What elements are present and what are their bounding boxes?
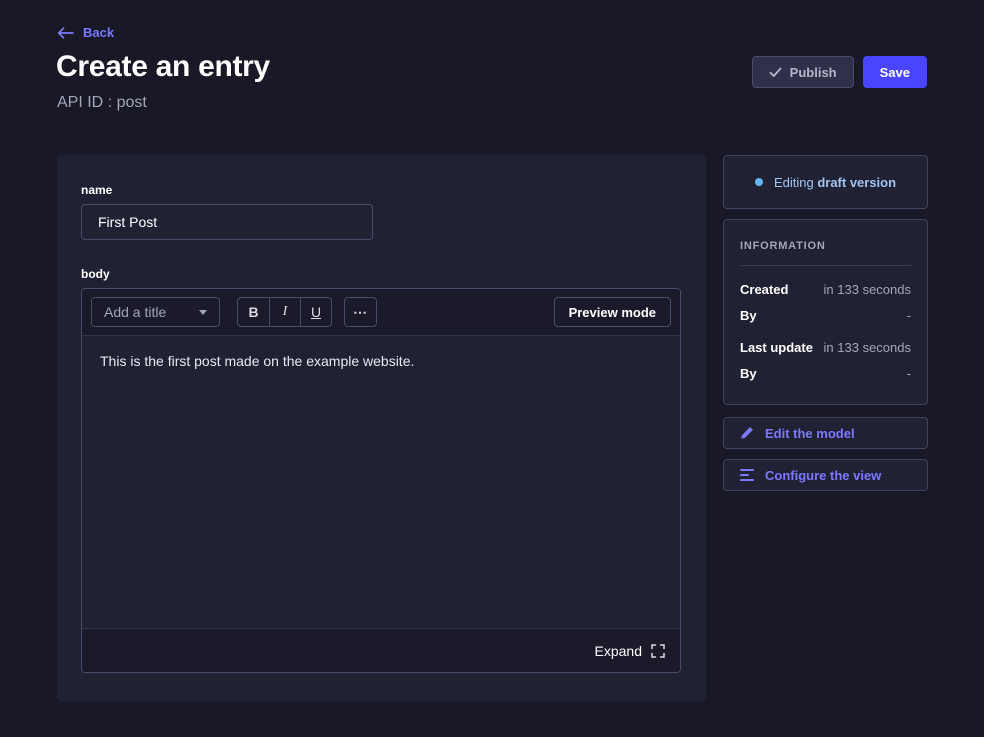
info-label: By — [740, 366, 757, 381]
arrow-left-icon — [57, 27, 74, 39]
expand-icon[interactable] — [651, 644, 665, 658]
information-panel: INFORMATION Created in 133 seconds By - … — [723, 219, 928, 405]
title-style-select-value: Add a title — [104, 304, 166, 320]
draft-dot-icon — [755, 178, 763, 186]
edit-the-model-button[interactable]: Edit the model — [723, 417, 928, 449]
info-row-last-update: Last update in 133 seconds — [740, 340, 911, 355]
more-options-button[interactable]: ⋯ — [344, 297, 377, 327]
bold-button[interactable]: B — [238, 298, 269, 326]
body-text: This is the first post made on the examp… — [100, 353, 414, 369]
configure-the-view-button[interactable]: Configure the view — [723, 459, 928, 491]
configure-the-view-label: Configure the view — [765, 468, 881, 483]
back-link[interactable]: Back — [57, 25, 114, 40]
name-input[interactable] — [81, 204, 373, 240]
info-value: in 133 seconds — [824, 340, 911, 355]
back-label: Back — [83, 25, 114, 40]
info-row-created-by: By - — [740, 308, 911, 323]
list-bars-icon — [740, 469, 754, 482]
info-row-updated-by: By - — [740, 366, 911, 381]
editor-footer: Expand — [82, 628, 680, 672]
rich-text-editor: Add a title B I U ⋯ Preview mode This is… — [81, 288, 681, 673]
title-style-select[interactable]: Add a title — [91, 297, 220, 327]
info-label: Last update — [740, 340, 813, 355]
sidebar: Editing draft version INFORMATION Create… — [723, 155, 928, 501]
draft-status-emphasis: draft version — [817, 175, 896, 190]
body-editor-textarea[interactable]: This is the first post made on the examp… — [82, 335, 680, 628]
api-id-subtitle: API ID : post — [57, 94, 147, 112]
create-entry-page: Back Create an entry API ID : post Publi… — [0, 0, 984, 737]
italic-button[interactable]: I — [269, 298, 300, 326]
ellipsis-icon: ⋯ — [353, 304, 368, 321]
info-value: in 133 seconds — [824, 282, 911, 297]
chevron-down-icon — [199, 310, 207, 315]
expand-label[interactable]: Expand — [595, 643, 642, 659]
check-icon — [769, 67, 782, 78]
page-title: Create an entry — [56, 50, 270, 84]
pencil-icon — [740, 426, 754, 440]
info-value: - — [907, 308, 911, 323]
preview-mode-button[interactable]: Preview mode — [554, 297, 671, 327]
information-title: INFORMATION — [740, 240, 911, 252]
publish-label: Publish — [790, 65, 837, 80]
publish-button[interactable]: Publish — [752, 56, 854, 88]
draft-status-text: Editing draft version — [774, 175, 896, 190]
info-value: - — [907, 366, 911, 381]
info-label: Created — [740, 282, 788, 297]
body-field-block: body Add a title B I U ⋯ Previ — [81, 267, 682, 673]
edit-the-model-label: Edit the model — [765, 426, 855, 441]
format-button-group: B I U — [237, 297, 332, 327]
underline-button[interactable]: U — [300, 298, 331, 326]
draft-status-card: Editing draft version — [723, 155, 928, 209]
header-actions: Publish Save — [752, 56, 927, 88]
info-label: By — [740, 308, 757, 323]
body-field-label: body — [81, 267, 682, 281]
draft-status-prefix: Editing — [774, 175, 817, 190]
entry-form-panel: name body Add a title B I U ⋯ — [57, 155, 706, 701]
divider — [740, 265, 911, 266]
name-field-label: name — [81, 183, 682, 197]
save-button[interactable]: Save — [863, 56, 927, 88]
info-row-created: Created in 133 seconds — [740, 282, 911, 297]
editor-toolbar: Add a title B I U ⋯ Preview mode — [82, 289, 680, 335]
